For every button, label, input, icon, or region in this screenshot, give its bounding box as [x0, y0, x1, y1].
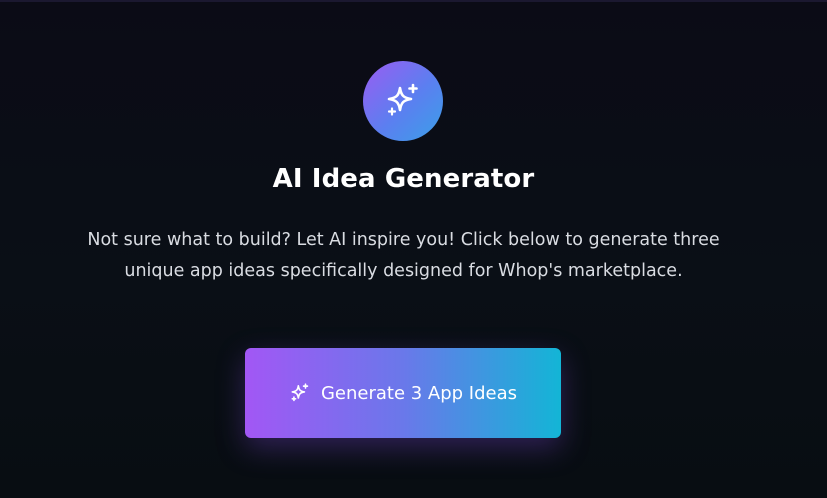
sparkles-icon [383, 81, 423, 121]
idea-generator-panel: AI Idea Generator Not sure what to build… [0, 0, 827, 498]
page-description: Not sure what to build? Let AI inspire y… [87, 230, 720, 281]
page-title: AI Idea Generator [272, 164, 535, 194]
hero-icon-badge [363, 61, 443, 141]
generate-ideas-button[interactable]: Generate 3 App Ideas [245, 348, 561, 438]
generate-ideas-label: Generate 3 App Ideas [320, 382, 518, 404]
sparkles-icon [289, 382, 311, 404]
